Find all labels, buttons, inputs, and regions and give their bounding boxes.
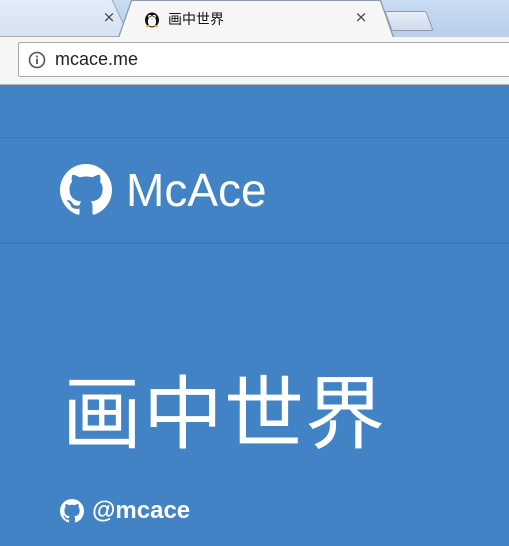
url-text[interactable]: mcace.me — [55, 49, 138, 70]
site-header: McAce — [0, 137, 509, 244]
tab-strip: × 画中世界 × — [0, 0, 509, 37]
brand-link[interactable]: McAce — [60, 164, 267, 216]
tab-inactive-close-button[interactable]: × — [101, 9, 117, 25]
toolbar: mcace.me — [0, 37, 509, 85]
tab-close-button[interactable]: × — [353, 9, 369, 25]
address-bar[interactable]: mcace.me — [18, 42, 509, 77]
github-icon — [60, 499, 84, 523]
brand-name: McAce — [126, 164, 267, 216]
tab-title: 画中世界 — [168, 12, 224, 28]
new-tab-button[interactable] — [384, 11, 434, 31]
info-icon[interactable] — [28, 51, 46, 69]
hero-title: 画中世界 — [62, 368, 386, 461]
profile-handle: @mcace — [92, 497, 191, 524]
penguin-favicon-icon — [145, 12, 159, 28]
github-icon — [60, 164, 112, 215]
profile-handle-link[interactable]: @mcace — [60, 497, 190, 525]
